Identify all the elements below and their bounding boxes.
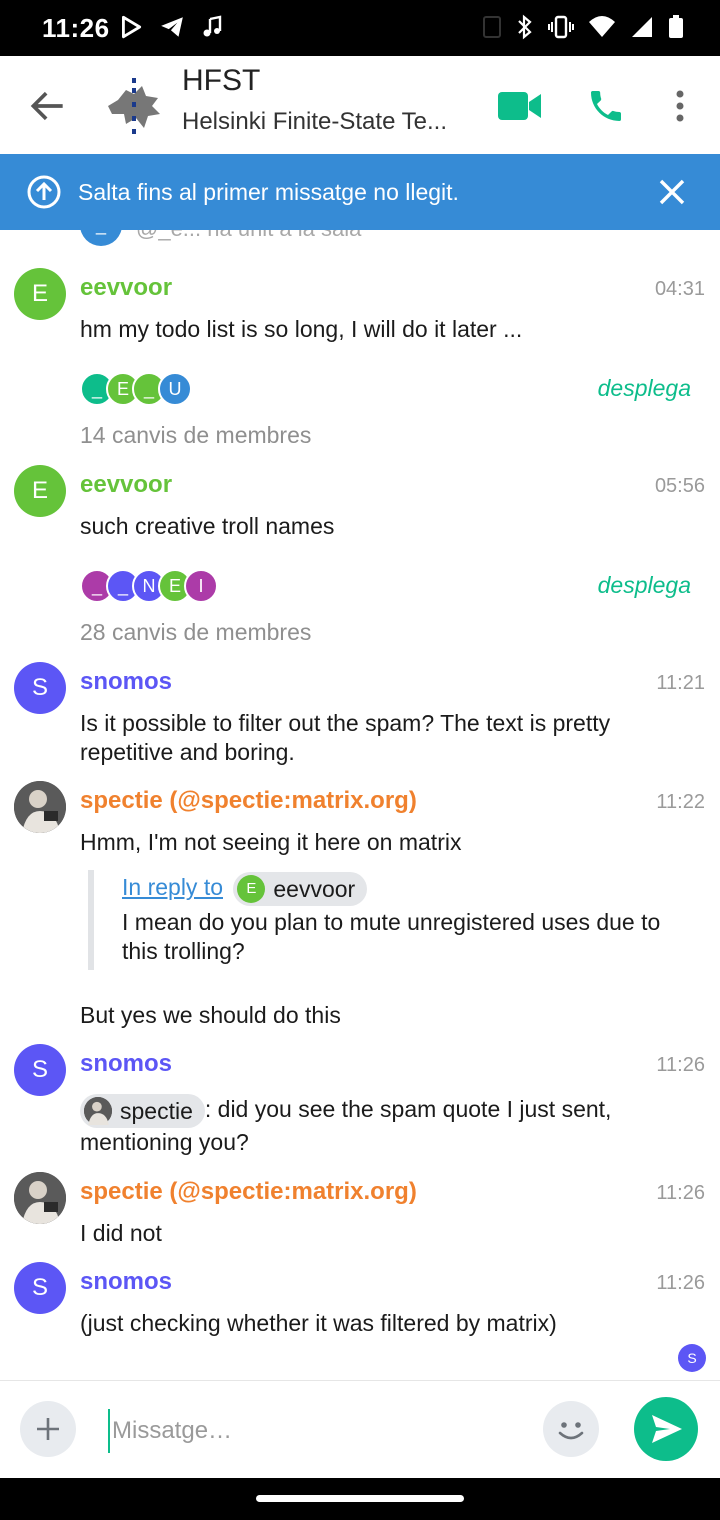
telegram-icon — [161, 17, 183, 37]
pill-name: spectie — [120, 1097, 193, 1124]
message-body: Hmm, I'm not seeing it here on matrix — [80, 829, 462, 855]
video-call-button[interactable] — [496, 86, 544, 126]
sender-name[interactable]: snomos — [80, 1050, 172, 1078]
add-attachment-button[interactable] — [20, 1401, 76, 1457]
close-icon[interactable] — [654, 174, 690, 210]
message-input[interactable] — [108, 1409, 528, 1453]
message-body: hm my todo list is so long, I will do it… — [80, 316, 523, 342]
message-body: spectie : did you see the spam quote I j… — [80, 1094, 700, 1157]
music-icon — [203, 15, 222, 37]
message-timestamp: 11:26 — [656, 1272, 705, 1294]
expand-link[interactable]: desplega — [598, 375, 691, 402]
avatar: U — [158, 372, 192, 406]
expand-link[interactable]: desplega — [598, 572, 691, 599]
message-timestamp: 11:26 — [656, 1054, 705, 1076]
message-timeline[interactable]: _ @_e... ha unit a la sala E eevvoor 04:… — [0, 230, 720, 1380]
message-composer — [0, 1380, 720, 1478]
wifi-icon — [589, 16, 615, 37]
avatar: I — [184, 569, 218, 603]
videocam-icon — [498, 92, 541, 120]
plus-icon — [37, 1418, 59, 1440]
membership-summary: 28 canvis de membres — [80, 619, 312, 645]
avatar[interactable]: S — [14, 1262, 66, 1314]
arrow-up-circle-icon — [27, 175, 61, 209]
message-body: But yes we should do this — [80, 1002, 341, 1028]
voice-call-button[interactable] — [586, 86, 626, 126]
member-avatars[interactable]: _ _ N E I — [80, 569, 218, 603]
clipped-event-text: @_e... ha unit a la sala — [136, 230, 361, 242]
room-title[interactable]: HFST — [182, 64, 260, 98]
sender-name[interactable]: eevvoor — [80, 274, 172, 302]
more-options-button[interactable] — [664, 86, 696, 126]
in-reply-to-link[interactable]: In reply to — [122, 874, 223, 900]
status-system-icons — [482, 14, 684, 40]
user-photo-icon — [14, 1172, 66, 1224]
send-button[interactable] — [634, 1397, 698, 1461]
avatar[interactable]: S — [14, 1044, 66, 1096]
message-body: such creative troll names — [80, 513, 335, 539]
quote-text: I mean do you plan to mute unregistered … — [122, 908, 661, 964]
smiley-icon — [558, 1422, 584, 1440]
message-timestamp: 11:21 — [656, 672, 705, 694]
avatar[interactable]: S — [14, 662, 66, 714]
message-timestamp: 11:22 — [656, 791, 705, 813]
membership-summary: 14 canvis de membres — [80, 422, 312, 448]
status-notification-icons — [118, 14, 224, 40]
avatar[interactable]: E — [14, 465, 66, 517]
bluetooth-icon — [518, 14, 532, 40]
avatar — [84, 1097, 112, 1125]
room-avatar[interactable] — [104, 76, 164, 136]
avatar[interactable] — [14, 781, 66, 833]
reply-quote[interactable]: In reply to E eevvoor I mean do you plan… — [88, 870, 698, 970]
message-timestamp: 04:31 — [654, 278, 705, 300]
room-header: HFST Helsinki Finite-State Te... — [0, 56, 720, 154]
user-photo-icon — [84, 1097, 112, 1125]
more-vert-icon — [676, 90, 684, 122]
vibrate-icon — [548, 15, 574, 39]
mention-pill[interactable]: spectie — [80, 1094, 205, 1128]
user-photo-icon — [14, 781, 66, 833]
room-topic[interactable]: Helsinki Finite-State Te... — [182, 108, 462, 136]
arrow-left-icon — [30, 91, 63, 121]
back-button[interactable] — [26, 84, 70, 128]
jump-to-unread-banner[interactable]: Salta fins al primer missatge no llegit. — [0, 154, 720, 230]
message-timestamp: 11:26 — [656, 1182, 705, 1204]
message-body: I did not — [80, 1220, 162, 1246]
message-timestamp: 05:56 — [654, 475, 705, 497]
emoji-button[interactable] — [543, 1401, 599, 1457]
status-time: 11:26 — [42, 13, 110, 43]
phone-icon — [591, 91, 621, 121]
sender-name[interactable]: spectie (@spectie:matrix.org) — [80, 787, 417, 815]
sender-name[interactable]: snomos — [80, 668, 172, 696]
send-icon — [652, 1415, 682, 1443]
avatar: _ — [80, 230, 122, 246]
message-body: (just checking whether it was filtered b… — [80, 1310, 557, 1336]
message-body: Is it possible to filter out the spam? T… — [80, 710, 611, 765]
play-store-icon — [122, 15, 142, 39]
signal-icon — [632, 17, 652, 37]
avatar[interactable] — [14, 1172, 66, 1224]
user-pill[interactable]: E eevvoor — [233, 871, 368, 906]
battery-icon — [669, 15, 683, 38]
avatar[interactable]: E — [14, 268, 66, 320]
system-navigation-bar — [0, 1478, 720, 1520]
read-receipt-avatar[interactable]: S — [678, 1344, 706, 1372]
status-bar: 11:26 — [0, 0, 720, 56]
sender-name[interactable]: snomos — [80, 1268, 172, 1296]
sim-icon — [483, 16, 501, 38]
pill-name: eevvoor — [273, 875, 356, 902]
banner-text: Salta fins al primer missatge no llegit. — [78, 179, 459, 205]
sender-name[interactable]: eevvoor — [80, 471, 172, 499]
member-avatars[interactable]: _ E _ U — [80, 372, 192, 406]
avatar: E — [237, 874, 266, 903]
hfst-logo-icon — [108, 78, 160, 134]
sender-name[interactable]: spectie (@spectie:matrix.org) — [80, 1178, 417, 1206]
home-gesture-handle[interactable] — [256, 1495, 464, 1502]
